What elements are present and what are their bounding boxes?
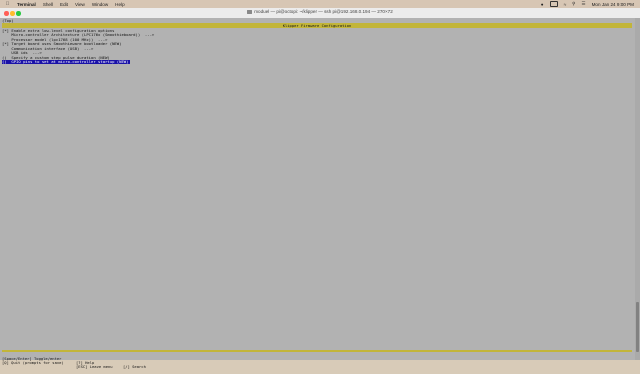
help-row-2: [Q] Quit (prompts for save) [ESC] Leave …	[2, 357, 632, 369]
scrollbar[interactable]	[635, 18, 640, 360]
scrollbar-thumb[interactable]	[636, 302, 639, 352]
window-title: moduel — pi@octopi: ~/klipper — ssh pi@1…	[0, 9, 640, 14]
folder-icon	[247, 10, 253, 14]
apple-icon[interactable]: 	[5, 1, 10, 7]
clock[interactable]: Mon Jan 24 9:00 PM	[592, 2, 634, 7]
terminal-content[interactable]: (Top) Klipper Firmware Configuration [*]…	[0, 18, 640, 369]
help-quit: [Q] Quit (prompts for save)	[2, 359, 64, 365]
help-search: [/] Search	[123, 364, 146, 370]
window-title-text: moduel — pi@octopi: ~/klipper — ssh pi@1…	[254, 9, 393, 14]
menu-edit[interactable]: Edit	[60, 2, 68, 7]
camera-icon[interactable]: ●	[541, 2, 544, 7]
search-icon[interactable]: ⚲	[572, 1, 575, 7]
status-area: ● ≈ ⚲ ☰ Mon Jan 24 9:00 PM	[535, 1, 634, 7]
control-center-icon[interactable]: ☰	[581, 1, 585, 7]
menu-app-terminal[interactable]: Terminal	[17, 2, 36, 7]
help-esc: [ESC] Leave menu	[76, 364, 113, 370]
menu-view[interactable]: View	[75, 2, 85, 7]
menu-help[interactable]: Help	[115, 2, 124, 7]
terminal-window: moduel — pi@octopi: ~/klipper — ssh pi@1…	[0, 8, 640, 369]
menu-window[interactable]: Window	[92, 2, 108, 7]
battery-icon[interactable]	[549, 1, 558, 7]
macos-menubar:  Terminal Shell Edit View Window Help ●…	[0, 0, 640, 8]
wifi-icon[interactable]: ≈	[564, 2, 567, 7]
menu-item-gpio-pins-selected[interactable]: () GPIO pins to set at micro-controller …	[2, 59, 130, 65]
menu-shell[interactable]: Shell	[43, 2, 53, 7]
